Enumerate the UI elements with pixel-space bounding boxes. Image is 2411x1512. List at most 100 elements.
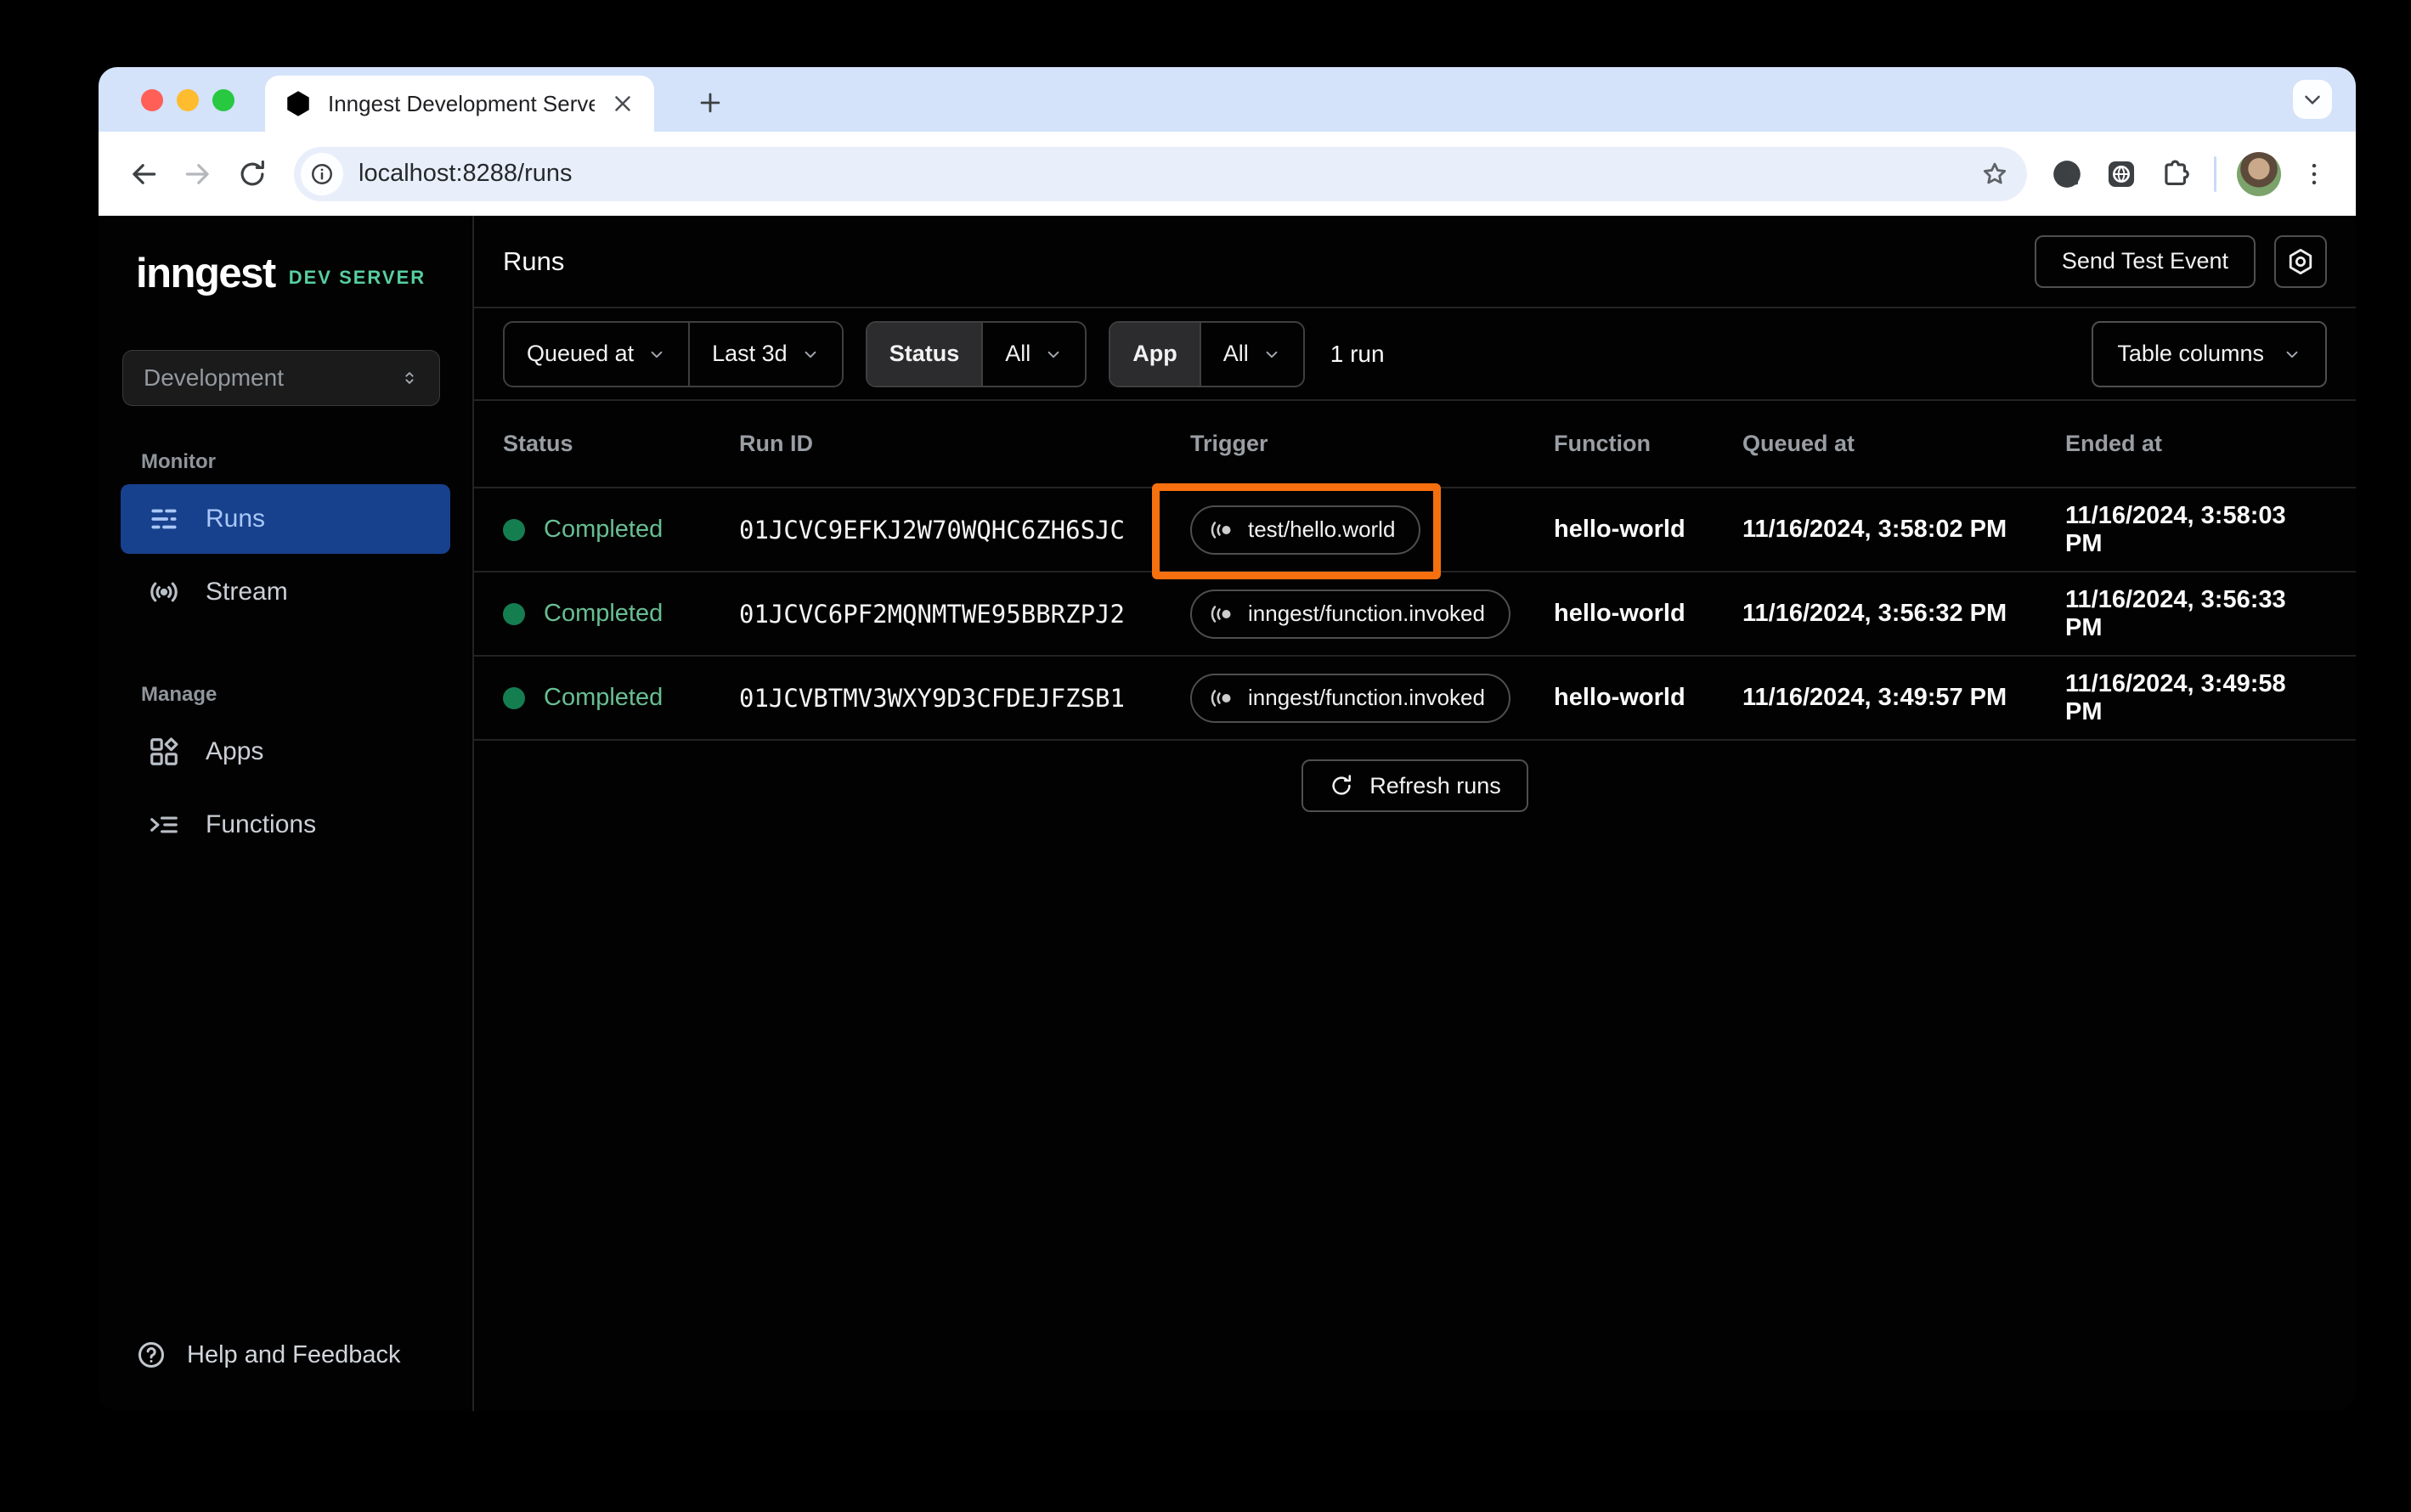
settings-button[interactable] (2274, 234, 2327, 288)
ended-at: 11/16/2024, 3:58:03 PM (2065, 501, 2286, 557)
time-field-label: Queued at (527, 341, 635, 366)
status-label: Completed (544, 516, 663, 543)
sidebar-item-label: Apps (206, 737, 264, 766)
browser-tab[interactable]: Inngest Development Server (265, 76, 654, 132)
table-columns-label: Table columns (2117, 341, 2264, 366)
column-header-function: Function (1554, 431, 1651, 456)
function-name[interactable]: hello-world (1554, 600, 1742, 628)
chevron-down-icon (1044, 345, 1063, 364)
function-name[interactable]: hello-world (1554, 516, 1742, 544)
sidebar-item-label: Functions (206, 810, 317, 839)
ended-at: 11/16/2024, 3:56:33 PM (2065, 585, 2286, 641)
new-tab-button[interactable] (686, 79, 734, 127)
back-button[interactable] (119, 150, 168, 199)
trigger-label: inngest/function.invoked (1248, 685, 1485, 710)
trigger-badge[interactable]: inngest/function.invoked (1190, 673, 1510, 723)
run-id[interactable]: 01JCVC9EFKJ2W70WQHC6ZH6SJC (739, 516, 1190, 544)
status-dot (503, 518, 525, 541)
queued-at: 11/16/2024, 3:56:32 PM (1742, 600, 2007, 627)
url-text[interactable]: localhost:8288/runs (359, 160, 1974, 188)
refresh-runs-label: Refresh runs (1369, 772, 1501, 798)
trigger-badge[interactable]: test/hello.world (1190, 505, 1421, 555)
sidebar-item-stream[interactable]: Stream (121, 557, 450, 627)
status-dot (503, 686, 525, 709)
table-row[interactable]: Completed 01JCVC6PF2MQNMTWE95BBRZPJ2 inn… (474, 573, 2356, 657)
help-label: Help and Feedback (187, 1340, 401, 1368)
chevron-down-icon (801, 345, 820, 364)
logo: inngest DEV SERVER (99, 251, 472, 296)
chevron-down-icon (2283, 345, 2301, 364)
run-id[interactable]: 01JCVBTMV3WXY9D3CFDEJFZSB1 (739, 684, 1190, 713)
ended-at: 11/16/2024, 3:49:58 PM (2065, 669, 2286, 725)
table-row[interactable]: Completed 01JCVC9EFKJ2W70WQHC6ZH6SJC tes… (474, 488, 2356, 573)
run-count: 1 run (1330, 340, 1385, 367)
chevron-down-icon (1262, 345, 1281, 364)
app-filter-value: All (1222, 341, 1249, 366)
column-header-ended-at: Ended at (2065, 431, 2163, 456)
status-dot (503, 602, 525, 625)
event-signal-icon (1209, 601, 1234, 627)
table-row[interactable]: Completed 01JCVBTMV3WXY9D3CFDEJFZSB1 inn… (474, 657, 2356, 741)
help-and-feedback[interactable]: Help and Feedback (99, 1340, 472, 1411)
time-filter-group: Queued at Last 3d (503, 320, 844, 387)
environment-value: Development (144, 364, 284, 392)
sidebar-item-apps[interactable]: Apps (121, 717, 450, 787)
refresh-runs-button[interactable]: Refresh runs (1301, 759, 1528, 812)
app-filter-group: App All (1109, 320, 1305, 387)
time-range-dropdown[interactable]: Last 3d (690, 323, 842, 386)
run-id[interactable]: 01JCVC6PF2MQNMTWE95BBRZPJ2 (739, 600, 1190, 629)
sidebar-item-label: Runs (206, 505, 266, 533)
sidebar: inngest DEV SERVER Development Monitor R… (99, 216, 474, 1411)
environment-select[interactable]: Development (122, 350, 440, 407)
queued-at: 11/16/2024, 3:58:02 PM (1742, 516, 2007, 543)
window-controls (141, 89, 234, 111)
minimize-window-button[interactable] (177, 89, 199, 111)
runs-icon (148, 503, 180, 535)
browser-window: Inngest Development Server localhost:828… (99, 67, 2356, 1411)
refresh-icon (1329, 773, 1354, 798)
close-window-button[interactable] (141, 89, 163, 111)
column-header-queued-at: Queued at (1742, 431, 1855, 456)
function-name[interactable]: hello-world (1554, 684, 1742, 712)
trigger-label: inngest/function.invoked (1248, 601, 1485, 626)
close-tab-icon[interactable] (610, 91, 635, 116)
column-header-run-id: Run ID (739, 431, 813, 456)
address-bar[interactable]: localhost:8288/runs (294, 146, 2027, 201)
sidebar-item-runs[interactable]: Runs (121, 484, 450, 555)
app-filter-dropdown[interactable]: All (1201, 323, 1303, 386)
app-filter-label: App (1110, 322, 1200, 386)
zoom-window-button[interactable] (212, 89, 234, 111)
password-manager-extension-icon[interactable] (2042, 150, 2092, 199)
send-test-event-label: Send Test Event (2061, 248, 2228, 274)
toolbar-divider (2214, 155, 2216, 192)
reload-button[interactable] (228, 150, 277, 199)
extensions-puzzle-icon[interactable] (2151, 150, 2200, 199)
time-field-dropdown[interactable]: Queued at (505, 323, 688, 386)
tab-search-button[interactable] (2293, 80, 2332, 119)
trigger-badge[interactable]: inngest/function.invoked (1190, 589, 1510, 639)
page-title: Runs (503, 245, 565, 276)
sidebar-item-functions[interactable]: Functions (121, 790, 450, 860)
tab-title: Inngest Development Server (328, 90, 595, 116)
column-header-status: Status (503, 431, 573, 456)
dev-server-badge: DEV SERVER (288, 267, 426, 289)
event-signal-icon (1209, 517, 1234, 543)
site-info-icon[interactable] (301, 152, 343, 195)
profile-avatar[interactable] (2237, 151, 2281, 196)
status-filter-dropdown[interactable]: All (983, 323, 1085, 386)
table-columns-button[interactable]: Table columns (2092, 320, 2327, 387)
forward-button[interactable] (173, 150, 223, 199)
queued-at: 11/16/2024, 3:49:57 PM (1742, 684, 2007, 711)
column-header-trigger: Trigger (1190, 431, 1268, 456)
select-updown-icon (400, 369, 419, 387)
chevron-down-icon (647, 345, 666, 364)
time-range-label: Last 3d (712, 341, 788, 366)
send-test-event-button[interactable]: Send Test Event (2034, 234, 2256, 288)
app-content: inngest DEV SERVER Development Monitor R… (99, 216, 2356, 1411)
inngest-logo: inngest (136, 251, 276, 296)
browser-menu-icon[interactable] (2293, 150, 2335, 199)
status-label: Completed (544, 600, 663, 627)
sidebar-item-label: Stream (206, 578, 288, 606)
bookmark-star-icon[interactable] (1974, 154, 2015, 195)
browser-extension-icon[interactable] (2097, 150, 2146, 199)
